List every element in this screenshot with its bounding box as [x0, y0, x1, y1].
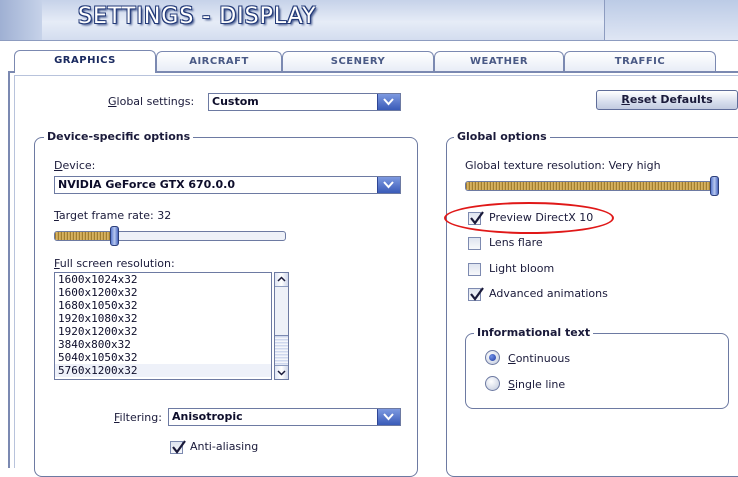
radio-label-text: ontinuous [515, 352, 571, 365]
light-bloom-label: Light bloom [489, 262, 555, 275]
list-item[interactable]: 1600x1200x32 [55, 286, 271, 299]
filtering-value: Anisotropic [172, 410, 243, 423]
texture-resolution-slider-thumb[interactable] [710, 176, 719, 196]
device-label: Device: [54, 159, 96, 172]
preview-directx10-label: Preview DirectX 10 [489, 211, 594, 224]
preview-directx10-checkbox[interactable] [468, 211, 484, 225]
single-line-radio[interactable] [485, 376, 500, 391]
window-title: SETTINGS - DISPLAY [78, 4, 317, 29]
texture-resolution-slider-track[interactable] [465, 181, 719, 191]
checkmark-icon [470, 211, 484, 225]
tab-traffic[interactable]: TRAFFIC [564, 51, 716, 72]
chevron-down-icon [277, 370, 286, 376]
list-item[interactable]: 5760x1200x32 [55, 364, 271, 377]
device-value: NVIDIA GeForce GTX 670.0.0 [58, 178, 236, 191]
resolution-list[interactable]: 1600x1024x32 1600x1200x32 1680x1050x32 1920… [54, 272, 272, 380]
list-item[interactable]: 1920x1080x32 [55, 312, 271, 325]
texture-resolution-label: Global texture resolution: Very high [465, 159, 661, 172]
frame-rate-label: Target frame rate: 32 [54, 209, 172, 222]
anti-aliasing-label: Anti-aliasing [190, 440, 259, 453]
chevron-up-icon [277, 276, 286, 282]
checkmark-icon [172, 440, 186, 454]
global-settings-label: Global settings: [108, 95, 195, 108]
resolution-label: Full screen resolution: [54, 257, 175, 270]
advanced-animations-checkbox[interactable] [468, 287, 484, 301]
anti-aliasing-checkbox[interactable] [170, 440, 186, 454]
checkmark-icon [470, 287, 484, 301]
scroll-up-button[interactable] [275, 273, 288, 287]
informational-text-title: Informational text [474, 326, 594, 339]
tab-graphics[interactable]: GRAPHICS [14, 50, 156, 73]
scrollbar-thumb[interactable] [275, 335, 288, 367]
lens-flare-checkbox[interactable] [468, 237, 481, 250]
list-item[interactable]: 1600x1024x32 [55, 273, 271, 286]
device-options-title: Device-specific options [44, 130, 194, 143]
tab-scenery[interactable]: SCENERY [282, 51, 434, 72]
global-settings-value: Custom [212, 95, 259, 108]
list-item[interactable]: 1680x1050x32 [55, 299, 271, 312]
tab-aircraft[interactable]: AIRCRAFT [156, 51, 282, 72]
texture-resolution-slider-fill [466, 182, 715, 190]
list-item[interactable]: 3840x800x32 [55, 338, 271, 351]
advanced-animations-label: Advanced animations [489, 287, 608, 300]
radio-selected-dot [489, 354, 496, 361]
list-item[interactable]: 1920x1200x32 [55, 325, 271, 338]
continuous-radio[interactable] [485, 350, 500, 365]
frame-rate-slider-thumb[interactable] [110, 226, 119, 246]
scroll-down-button[interactable] [275, 365, 288, 379]
chevron-down-icon[interactable] [377, 409, 400, 425]
single-line-label: Single line [508, 378, 566, 391]
frame-rate-slider-fill [55, 232, 115, 240]
light-bloom-checkbox[interactable] [468, 263, 481, 276]
continuous-label: Continuous [508, 352, 571, 365]
list-item[interactable]: 5040x1050x32 [55, 351, 271, 364]
chevron-down-icon[interactable] [377, 177, 400, 193]
reset-defaults-button[interactable]: Reset Defaults [596, 90, 738, 110]
global-options-title: Global options [454, 130, 550, 143]
title-bar: SETTINGS - DISPLAY [0, 0, 738, 41]
filtering-dropdown[interactable]: Anisotropic [168, 408, 401, 426]
informational-text-group [465, 333, 729, 409]
title-bar-left-cap [0, 0, 42, 40]
device-dropdown[interactable]: NVIDIA GeForce GTX 670.0.0 [54, 176, 401, 194]
lens-flare-label: Lens flare [489, 236, 543, 249]
radio-label-text: ingle line [514, 378, 566, 391]
resolution-scrollbar[interactable] [274, 272, 289, 380]
global-settings-dropdown[interactable]: Custom [208, 93, 401, 111]
chevron-down-icon[interactable] [377, 94, 400, 110]
tab-weather[interactable]: WEATHER [434, 51, 564, 72]
frame-rate-slider-track[interactable] [54, 231, 286, 241]
title-bar-right-panel [604, 0, 738, 40]
filtering-label: Filtering: [114, 411, 162, 424]
